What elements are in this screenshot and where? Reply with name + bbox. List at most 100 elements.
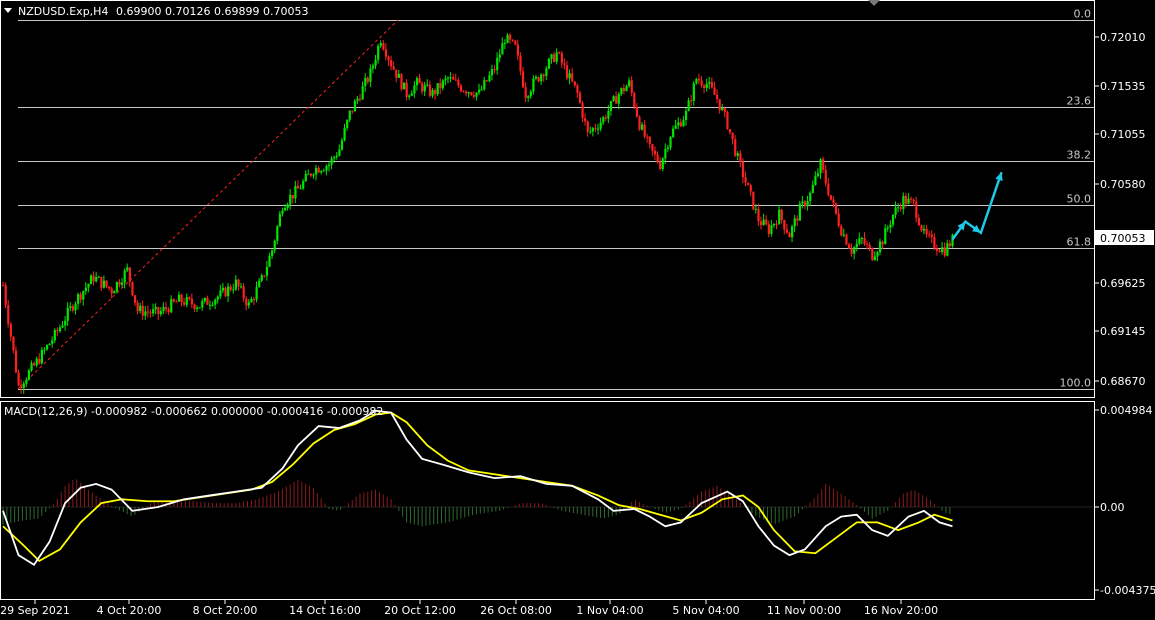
candle-body xyxy=(315,167,318,175)
candle-body xyxy=(752,191,755,210)
candle-body xyxy=(532,78,535,92)
candle-body xyxy=(607,110,610,119)
candle-body xyxy=(876,252,879,257)
candle-body xyxy=(938,250,941,253)
candle-body xyxy=(193,304,196,310)
candle-body xyxy=(38,358,41,364)
candle-body xyxy=(553,54,556,62)
candle-body xyxy=(25,379,28,384)
candle-body xyxy=(252,298,256,300)
candle-body xyxy=(377,45,380,60)
candle-body xyxy=(669,136,672,148)
candle-body xyxy=(446,77,450,79)
candle-body xyxy=(441,80,444,89)
candle-body xyxy=(7,305,10,324)
candle-body xyxy=(744,177,747,183)
candle-body xyxy=(185,297,188,305)
candle-body xyxy=(9,323,12,337)
candle-body xyxy=(612,96,615,101)
candle-body xyxy=(152,309,155,314)
candle-body xyxy=(265,266,269,276)
candle-body xyxy=(734,139,737,156)
candle-body xyxy=(224,287,227,297)
candle-body xyxy=(43,349,46,351)
candle-body xyxy=(873,256,877,261)
candle-body xyxy=(58,327,62,332)
candle-body xyxy=(560,53,563,64)
candle-body xyxy=(369,68,372,82)
candle-body xyxy=(907,198,910,204)
candle-body xyxy=(558,52,561,54)
candle-body xyxy=(622,87,626,92)
candle-body xyxy=(74,303,77,311)
candle-body xyxy=(617,93,620,104)
chart-shift-marker-icon[interactable] xyxy=(868,0,880,6)
time-axis-label: 29 Sep 2021 xyxy=(0,604,70,617)
candle-body xyxy=(806,201,809,207)
candle-body xyxy=(899,207,902,210)
price-axis-label: 0.71055 xyxy=(1100,128,1146,141)
candle-body xyxy=(79,294,82,300)
candle-body xyxy=(240,286,243,288)
candle-body xyxy=(858,238,861,244)
candle-body xyxy=(571,73,574,82)
candle-body xyxy=(891,214,895,225)
candle-body xyxy=(922,228,926,231)
candle-body xyxy=(428,84,432,96)
candle-body xyxy=(563,63,566,66)
candle-body xyxy=(866,243,869,245)
macd-axis-label: -0.004375 xyxy=(1100,584,1155,597)
candle-body xyxy=(71,306,75,311)
candle-body xyxy=(853,247,856,254)
candle-body xyxy=(630,80,633,94)
candle-body xyxy=(765,219,768,225)
candle-body xyxy=(904,195,908,204)
candle-body xyxy=(421,83,424,92)
candle-body xyxy=(472,94,476,97)
candle-body xyxy=(141,305,144,316)
candle-body xyxy=(832,199,835,204)
candle-body xyxy=(418,78,421,84)
candle-body xyxy=(609,100,613,111)
candle-body xyxy=(620,87,623,94)
candle-body xyxy=(741,161,745,178)
candle-body xyxy=(511,39,514,41)
candle-body xyxy=(674,125,677,129)
candle-body xyxy=(434,90,437,95)
candle-body xyxy=(767,224,770,234)
candle-body xyxy=(666,147,670,149)
candle-body xyxy=(602,117,605,123)
candle-body xyxy=(242,286,245,299)
price-candles xyxy=(2,33,954,394)
candle-body xyxy=(638,116,641,130)
candle-body xyxy=(175,301,178,303)
arrow-head-icon xyxy=(995,172,1003,182)
candle-body xyxy=(573,81,576,86)
chart-ohlc-values: 0.69900 0.70126 0.69899 0.70053 xyxy=(116,5,308,18)
candle-body xyxy=(886,227,889,229)
candle-body xyxy=(811,184,814,193)
candle-body xyxy=(245,298,248,306)
candle-body xyxy=(40,349,44,364)
time-axis-label: 20 Oct 12:00 xyxy=(384,604,456,617)
fib-level-label: 61.8 xyxy=(1067,236,1092,249)
candle-body xyxy=(467,92,470,94)
candle-body xyxy=(198,307,201,309)
trading-chart[interactable]: 0.023.638.250.061.8100.0 0.720100.715350… xyxy=(0,0,1155,620)
time-axis: 29 Sep 2021 4 Oct 20:00 8 Oct 20:00 14 Oct … xyxy=(0,600,938,617)
candle-body xyxy=(672,128,675,137)
candle-body xyxy=(97,276,100,278)
candle-body xyxy=(687,100,690,111)
candle-body xyxy=(568,73,571,79)
candle-body xyxy=(855,243,858,248)
candle-body xyxy=(216,296,219,300)
candle-body xyxy=(263,275,266,277)
symbol-menu-triangle-icon[interactable] xyxy=(4,8,12,13)
candle-body xyxy=(646,136,649,138)
candle-body xyxy=(635,106,639,117)
candle-body xyxy=(286,204,289,208)
candle-body xyxy=(66,307,69,321)
candle-body xyxy=(317,167,320,173)
candle-body xyxy=(146,311,150,313)
candle-body xyxy=(700,80,703,86)
